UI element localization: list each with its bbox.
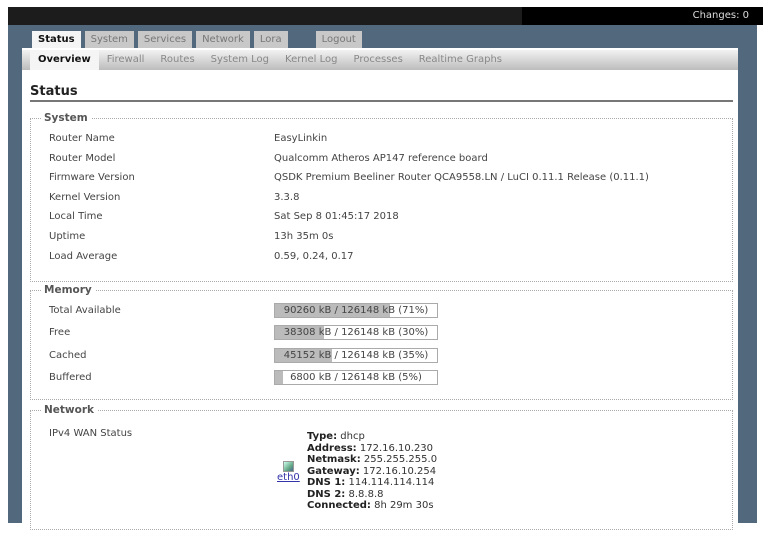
system-row-label: Local Time: [49, 211, 103, 223]
wan-field-key: Connected:: [307, 500, 371, 511]
wan-details: Type: dhcp Address: 172.16.10.230 Netmask:…: [307, 431, 437, 512]
system-row-value: Sat Sep 8 01:45:17 2018: [274, 211, 399, 223]
wan-field-key: Gateway:: [307, 465, 360, 477]
tab-status[interactable]: Status: [32, 31, 81, 48]
system-section: System Router Name EasyLinkin Router Model…: [30, 112, 733, 282]
top-bar-left: [8, 7, 522, 25]
system-row-label: Router Name: [49, 133, 115, 144]
memory-progress-bar: 90260 kB / 126148 kB (71%): [274, 303, 438, 318]
system-row-label: Load Average: [49, 250, 118, 262]
system-row-value: QSDK Premium Beeliner Router QCA9558.LN …: [274, 172, 649, 184]
memory-row-label: Cached: [49, 349, 87, 361]
interface-eth0[interactable]: eth0: [277, 461, 300, 483]
top-bar: Changes: 0: [8, 7, 763, 25]
tab-logout[interactable]: Logout: [315, 31, 362, 48]
wan-field-value: dhcp: [340, 431, 365, 442]
eth0-link[interactable]: eth0: [277, 472, 300, 483]
wan-field-value: 172.16.10.230: [359, 442, 434, 454]
wan-field: DNS 1: 114.114.114.114: [307, 477, 437, 489]
wan-field: DNS 2: 8.8.8.8: [307, 489, 437, 501]
tab-network[interactable]: Network: [196, 31, 250, 48]
system-row-label: Uptime: [49, 231, 86, 242]
tab-system[interactable]: System: [84, 31, 134, 48]
system-row-value: 13h 35m 0s: [274, 231, 334, 242]
system-row-label: Router Model: [49, 152, 116, 164]
page-title: Status: [30, 84, 78, 99]
wan-field-value: 172.16.10.254: [362, 465, 437, 477]
wan-field-key: DNS 1:: [307, 477, 346, 488]
subtab-system-log[interactable]: System Log: [203, 50, 277, 70]
wan-field-value: 114.114.114.114: [348, 477, 435, 488]
main-tabs: Status System Services Network Lora Logo…: [32, 31, 362, 48]
subtab-processes[interactable]: Processes: [345, 50, 410, 70]
system-row-value: EasyLinkin: [274, 133, 328, 144]
subtab-realtime-graphs[interactable]: Realtime Graphs: [411, 50, 510, 70]
wan-field: Netmask: 255.255.255.0: [307, 454, 437, 466]
system-row-label: Kernel Version: [49, 191, 121, 203]
memory-section: Memory Total Available 90260 kB / 126148 …: [30, 284, 733, 400]
wan-field-key: Address:: [307, 442, 357, 454]
network-interface-icon: [282, 461, 294, 472]
system-legend: System: [41, 112, 91, 124]
memory-bar-text: 6800 kB / 126148 kB (5%): [290, 371, 422, 383]
title-divider: [30, 100, 733, 102]
wan-field-value: 8.8.8.8: [348, 488, 384, 500]
system-row-value: Qualcomm Atheros AP147 reference board: [274, 152, 488, 164]
tab-services[interactable]: Services: [137, 31, 193, 48]
subtab-kernel-log[interactable]: Kernel Log: [277, 50, 345, 70]
system-row-label: Firmware Version: [49, 172, 135, 184]
system-row-value: 3.3.8: [274, 191, 300, 203]
system-row-value: 0.59, 0.24, 0.17: [274, 250, 354, 262]
wan-field-key: Type:: [307, 431, 338, 442]
sub-tabs: Overview Firewall Routes System Log Kern…: [22, 50, 738, 70]
memory-row-label: Total Available: [49, 305, 121, 316]
memory-row-label: Free: [49, 327, 71, 339]
wan-field-value: 255.255.255.0: [363, 454, 438, 465]
wan-field-key: Netmask:: [307, 454, 361, 465]
subtab-routes[interactable]: Routes: [152, 50, 202, 70]
wan-field-key: DNS 2:: [307, 488, 346, 500]
wan-field: Connected: 8h 29m 30s: [307, 500, 437, 512]
wan-field: Gateway: 172.16.10.254: [307, 466, 437, 478]
memory-bar-text: 38308 kB / 126148 kB (30%): [283, 327, 429, 339]
network-section: Network IPv4 WAN Status eth0 Type: dhcp A…: [30, 404, 733, 530]
subtab-firewall[interactable]: Firewall: [99, 50, 153, 70]
content-panel: Overview Firewall Routes System Log Kern…: [22, 48, 738, 530]
network-legend: Network: [41, 404, 98, 416]
memory-bar-text: 90260 kB / 126148 kB (71%): [283, 305, 429, 316]
wan-field: Type: dhcp: [307, 431, 437, 443]
memory-bar-text: 45152 kB / 126148 kB (35%): [283, 349, 429, 361]
wan-field-value: 8h 29m 30s: [374, 500, 434, 511]
memory-progress-bar: 45152 kB / 126148 kB (35%): [274, 347, 438, 363]
memory-legend: Memory: [41, 284, 95, 296]
tab-lora[interactable]: Lora: [253, 31, 288, 48]
memory-progress-bar: 38308 kB / 126148 kB (30%): [274, 325, 438, 341]
ipv4-wan-status-label: IPv4 WAN Status: [49, 428, 133, 439]
memory-row-label: Buffered: [49, 371, 92, 383]
changes-counter[interactable]: Changes: 0: [693, 10, 749, 21]
subtab-overview[interactable]: Overview: [30, 50, 99, 70]
wan-field: Address: 172.16.10.230: [307, 443, 437, 455]
memory-progress-bar: 6800 kB / 126148 kB (5%): [274, 369, 438, 385]
